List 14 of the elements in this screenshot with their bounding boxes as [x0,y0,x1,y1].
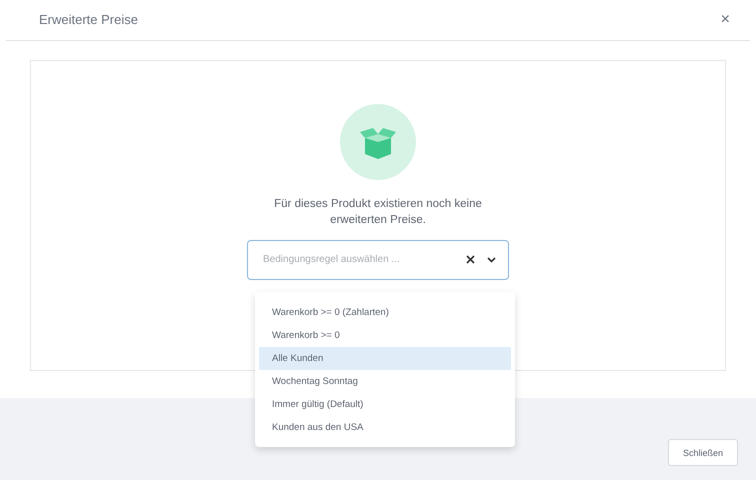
empty-message: Für dieses Produkt existieren noch keine erweiterten Preise. [273,196,483,228]
condition-select-field[interactable]: Bedingungsregel auswählen ... [261,253,454,266]
close-button[interactable]: × [716,10,734,29]
dropdown-option[interactable]: Wochentag Sonntag [259,370,511,393]
dropdown-option[interactable]: Kunden aus den USA [259,416,511,439]
chevron-down-icon[interactable] [487,256,496,263]
dropdown-option[interactable]: Immer gültig (Default) [259,393,511,416]
clear-icon[interactable] [466,255,475,264]
dropdown-option[interactable]: Alle Kunden [259,347,511,370]
close-button[interactable]: Schließen [668,439,738,466]
dropdown-option[interactable]: Warenkorb >= 0 (Zahlarten) [259,301,511,324]
modal-title: Erweiterte Preise [39,12,138,28]
dropdown-option[interactable]: Warenkorb >= 0 [259,324,511,347]
box-icon [340,104,416,180]
